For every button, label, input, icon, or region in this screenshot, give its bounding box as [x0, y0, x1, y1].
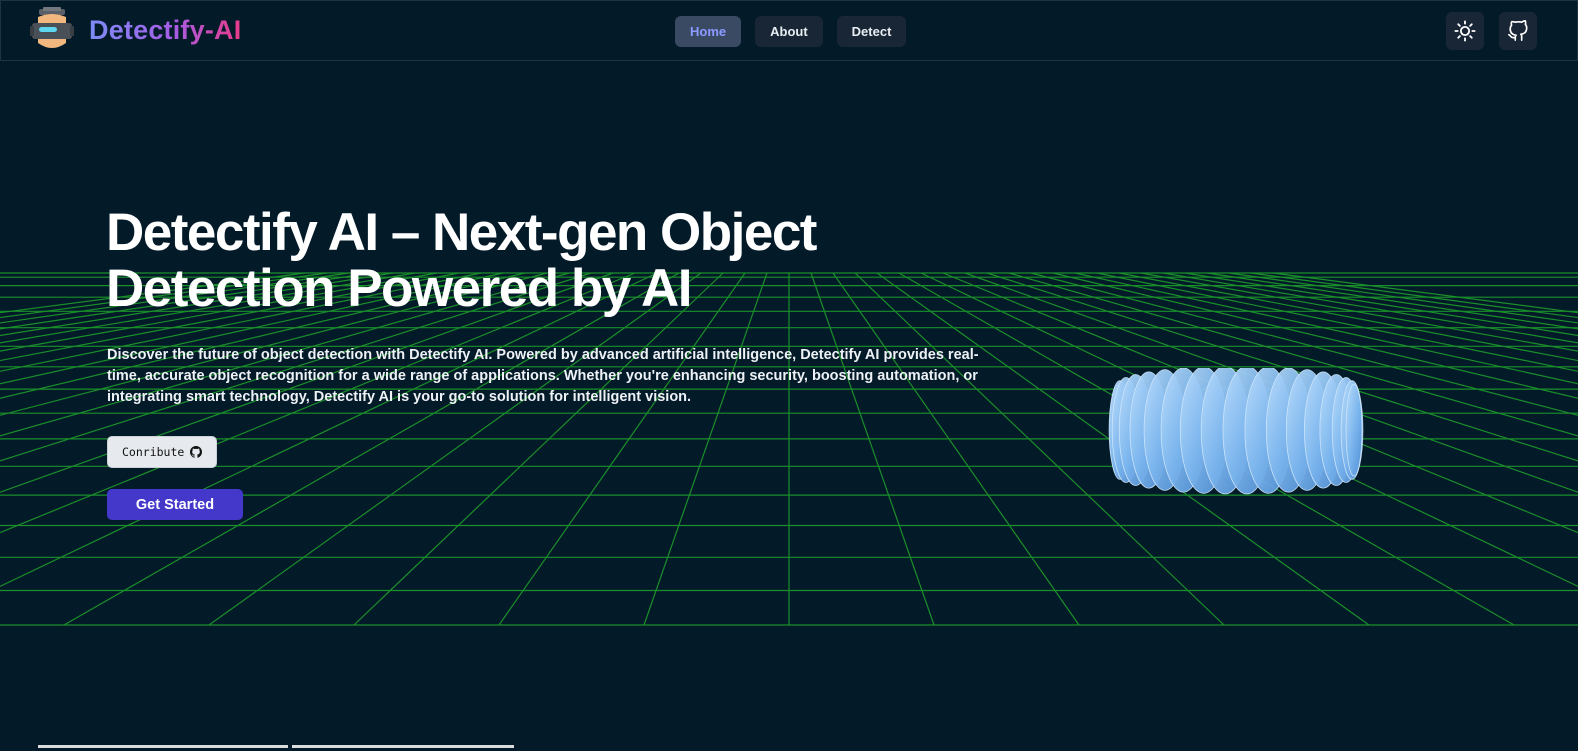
navbar: Detectify-AI Home About Detect: [0, 0, 1578, 61]
get-started-button[interactable]: Get Started: [107, 489, 243, 520]
grid-line: [0, 272, 460, 362]
3d-blob-object: [1108, 368, 1364, 495]
github-icon: [1508, 20, 1528, 41]
nav-about-link[interactable]: About: [755, 16, 823, 47]
horizontal-scrollbar[interactable]: [0, 743, 1578, 751]
brand[interactable]: Detectify-AI: [29, 7, 241, 53]
robot-logo-icon: [29, 7, 75, 53]
nav-links: Home About Detect: [675, 16, 907, 47]
sun-icon: [1454, 20, 1476, 42]
github-icon: [190, 446, 203, 458]
grid-line: [0, 272, 504, 385]
nav-detect-link[interactable]: Detect: [836, 16, 907, 47]
grid-line: [0, 272, 636, 534]
scrollbar-thumb[interactable]: [38, 745, 288, 748]
grid-line: [0, 272, 592, 462]
hero-description: Discover the future of object detection …: [107, 347, 979, 405]
nav-home-link[interactable]: Home: [675, 16, 742, 47]
grid-line: [208, 272, 702, 626]
grid-line: [0, 272, 614, 493]
blob-petal: [1345, 383, 1363, 477]
grid-line: [498, 272, 746, 626]
theme-toggle-button[interactable]: [1446, 12, 1484, 50]
contribute-label: Conribute: [122, 445, 185, 459]
scrollbar-track-segment: [292, 745, 514, 748]
grid-line: [353, 272, 724, 626]
contribute-button[interactable]: Conribute: [107, 436, 218, 468]
grid-line: [810, 272, 935, 626]
grid-line: [832, 272, 1080, 626]
grid-line: [643, 272, 768, 626]
github-button[interactable]: [1499, 12, 1537, 50]
grid-line: [0, 272, 570, 437]
hero-title: Detectify AI – Next-gen Object Detection…: [106, 203, 817, 318]
brand-name: Detectify-AI: [89, 14, 242, 45]
